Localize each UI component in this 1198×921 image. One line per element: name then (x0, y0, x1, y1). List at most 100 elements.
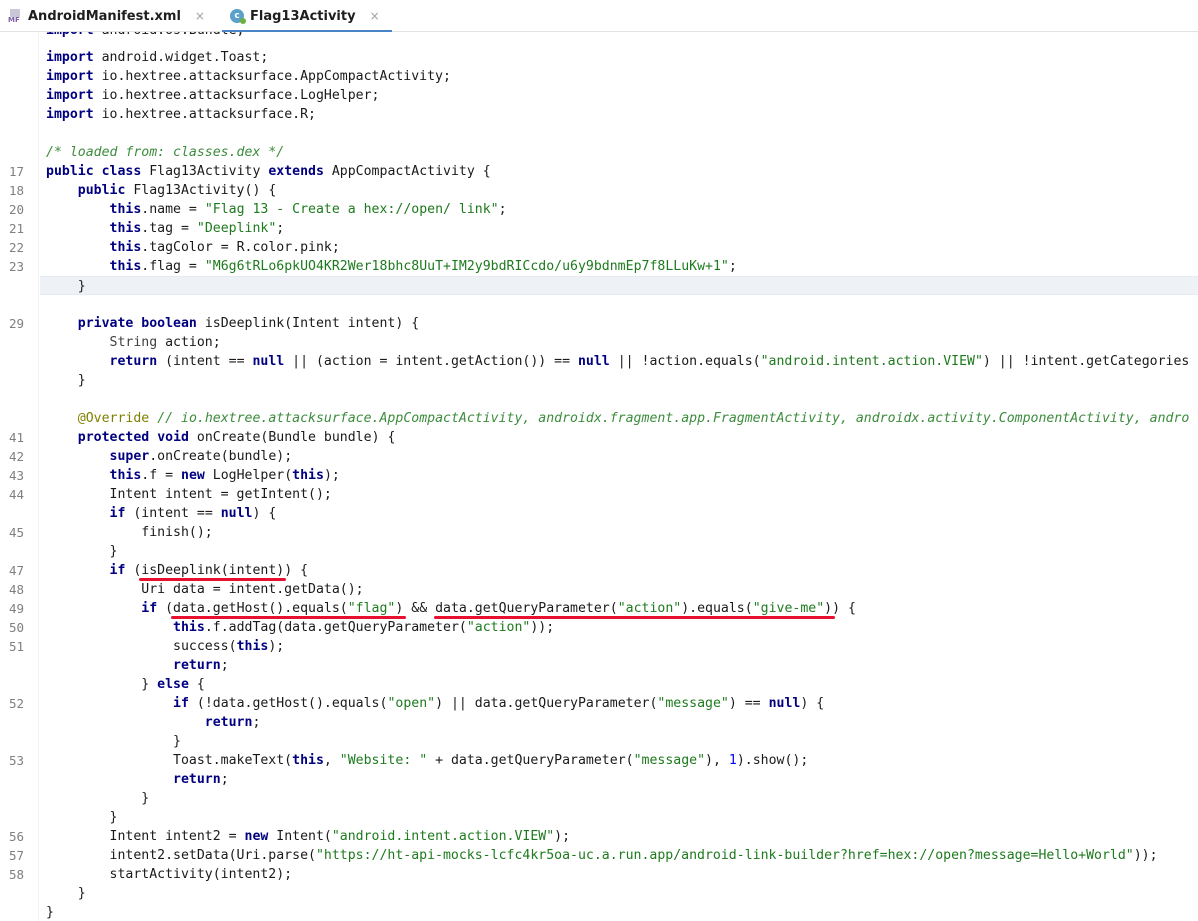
line-number: 43 (8, 468, 24, 483)
code-line[interactable]: import io.hextree.attacksurface.R; (0, 105, 1198, 124)
code-line[interactable]: return; (0, 713, 1198, 732)
code-line[interactable]: 57 intent2.setData(Uri.parse("https://ht… (0, 846, 1198, 865)
code-line[interactable]: 51 success(this); (0, 637, 1198, 656)
code-text: this.f.addTag(data.getQueryParameter("ac… (173, 620, 555, 635)
code-line[interactable]: 29 private boolean isDeeplink(Intent int… (0, 314, 1198, 333)
code-text: success(this); (46, 639, 285, 654)
line-number: 45 (8, 525, 24, 540)
code-line[interactable]: 17 public class Flag13Activity extends Ap… (0, 162, 1198, 181)
code-line[interactable]: 56 Intent intent2 = new Intent("android.… (0, 827, 1198, 846)
code-line[interactable]: 52 if (!data.getHost().equals("open") ||… (0, 694, 1198, 713)
code-line[interactable]: } (0, 371, 1198, 390)
code-line[interactable]: 50 this.f.addTag(data.getQueryParameter(… (0, 618, 1198, 637)
code-line[interactable]: } (0, 884, 1198, 903)
code-text: this.tagColor = R.color.pink; (109, 240, 340, 255)
code-text: } (46, 544, 118, 559)
code-line[interactable]: import android.os.Bundle; (0, 32, 1198, 40)
line-number: 51 (8, 639, 24, 654)
underline-host-flag (171, 616, 406, 619)
code-text: } (46, 279, 86, 294)
line-number: 58 (8, 867, 24, 882)
code-line[interactable]: import io.hextree.attacksurface.LogHelpe… (0, 86, 1198, 105)
code-text: import android.os.Bundle; (46, 32, 245, 40)
code-text: return; (173, 658, 229, 673)
code-text: @Override // io.hextree.attacksurface.Ap… (77, 411, 1190, 426)
code-text: Intent intent = getIntent(); (46, 487, 332, 502)
line-number: 41 (8, 430, 24, 445)
code-text: } (46, 734, 181, 749)
code-line[interactable]: 21 this.tag = "Deeplink"; (0, 219, 1198, 238)
code-line[interactable] (0, 124, 1198, 143)
line-number: 50 (8, 620, 24, 635)
code-text: } (46, 886, 86, 901)
code-line[interactable]: /* loaded from: classes.dex */ (0, 143, 1198, 162)
code-line[interactable]: } (0, 808, 1198, 827)
code-line[interactable]: 23 this.flag = "M6g6tRLo6pkUO4KR2Wer18bh… (0, 257, 1198, 276)
close-icon[interactable]: × (195, 9, 205, 23)
code-line[interactable]: } (0, 903, 1198, 921)
code-line[interactable]: } else { (0, 675, 1198, 694)
tab-flag13activity[interactable]: c Flag13Activity × (222, 0, 392, 32)
line-number: 44 (8, 487, 24, 502)
code-line[interactable]: } (0, 542, 1198, 561)
code-line[interactable]: 42 super.onCreate(bundle); (0, 447, 1198, 466)
line-number: 48 (8, 582, 24, 597)
java-class-icon: c (230, 9, 246, 24)
code-line[interactable]: import android.widget.Toast; (0, 48, 1198, 67)
code-line[interactable]: 22 this.tagColor = R.color.pink; (0, 238, 1198, 257)
code-line[interactable]: return (intent == null || (action = inte… (0, 352, 1198, 371)
code-line[interactable]: 45 finish(); (0, 523, 1198, 542)
code-line[interactable]: 53 Toast.makeText(this, "Website: " + da… (0, 751, 1198, 770)
tab-label: Flag13Activity (250, 8, 356, 24)
code-line[interactable]: return; (0, 770, 1198, 789)
code-line[interactable]: String action; (0, 333, 1198, 352)
editor-tab-bar: MF AndroidManifest.xml × c Flag13Activit… (0, 0, 1198, 32)
code-line[interactable]: 20 this.name = "Flag 13 - Create a hex:/… (0, 200, 1198, 219)
code-text: Uri data = intent.getData(); (46, 582, 364, 597)
code-text: if (!data.getHost().equals("open") || da… (173, 696, 825, 711)
code-line[interactable]: 43 this.f = new LogHelper(this); (0, 466, 1198, 485)
code-line[interactable]: 44 Intent intent = getIntent(); (0, 485, 1198, 504)
line-number: 22 (8, 240, 24, 255)
code-line[interactable]: 58 startActivity(intent2); (0, 865, 1198, 884)
code-text: return (intent == null || (action = inte… (109, 354, 1190, 369)
code-line[interactable]: } (0, 732, 1198, 751)
code-line[interactable] (0, 295, 1198, 314)
code-text: startActivity(intent2); (46, 867, 293, 882)
line-number: 53 (8, 753, 24, 768)
line-number: 57 (8, 848, 24, 863)
code-text: super.onCreate(bundle); (109, 449, 293, 464)
code-line[interactable]: return; (0, 656, 1198, 675)
code-editor[interactable]: import android.os.Bundle; import android.… (0, 32, 1198, 921)
close-icon[interactable]: × (370, 9, 380, 23)
code-line[interactable]: import io.hextree.attacksurface.AppCompa… (0, 67, 1198, 86)
code-line[interactable]: 18 public Flag13Activity() { (0, 181, 1198, 200)
code-line[interactable]: 41 protected void onCreate(Bundle bundle… (0, 428, 1198, 447)
code-text: if (intent == null) { (109, 506, 277, 521)
underline-isDeeplink-call (139, 578, 287, 581)
code-line[interactable] (0, 390, 1198, 409)
code-line[interactable]: @Override // io.hextree.attacksurface.Ap… (0, 409, 1198, 428)
line-number: 21 (8, 221, 24, 236)
line-number: 42 (8, 449, 24, 464)
code-text: import io.hextree.attacksurface.R; (46, 107, 316, 122)
code-text: import android.widget.Toast; (46, 50, 269, 65)
code-line[interactable]: if (intent == null) { (0, 504, 1198, 523)
tab-android-manifest[interactable]: MF AndroidManifest.xml × (8, 0, 205, 32)
code-text: import io.hextree.attacksurface.LogHelpe… (46, 88, 380, 103)
line-number: 56 (8, 829, 24, 844)
code-line[interactable]: } (40, 276, 1198, 295)
line-number: 17 (8, 164, 24, 179)
line-number: 29 (8, 316, 24, 331)
code-line[interactable]: } (0, 789, 1198, 808)
code-line[interactable]: 48 Uri data = intent.getData(); (0, 580, 1198, 599)
tab-label: AndroidManifest.xml (28, 8, 181, 24)
code-text: return; (173, 772, 229, 787)
line-number: 49 (8, 601, 24, 616)
line-number: 52 (8, 696, 24, 711)
code-text: } (46, 905, 54, 920)
code-text: } else { (46, 677, 205, 692)
code-text: this.name = "Flag 13 - Create a hex://op… (109, 202, 507, 217)
code-text: public Flag13Activity() { (77, 183, 277, 198)
code-text: } (46, 791, 150, 806)
